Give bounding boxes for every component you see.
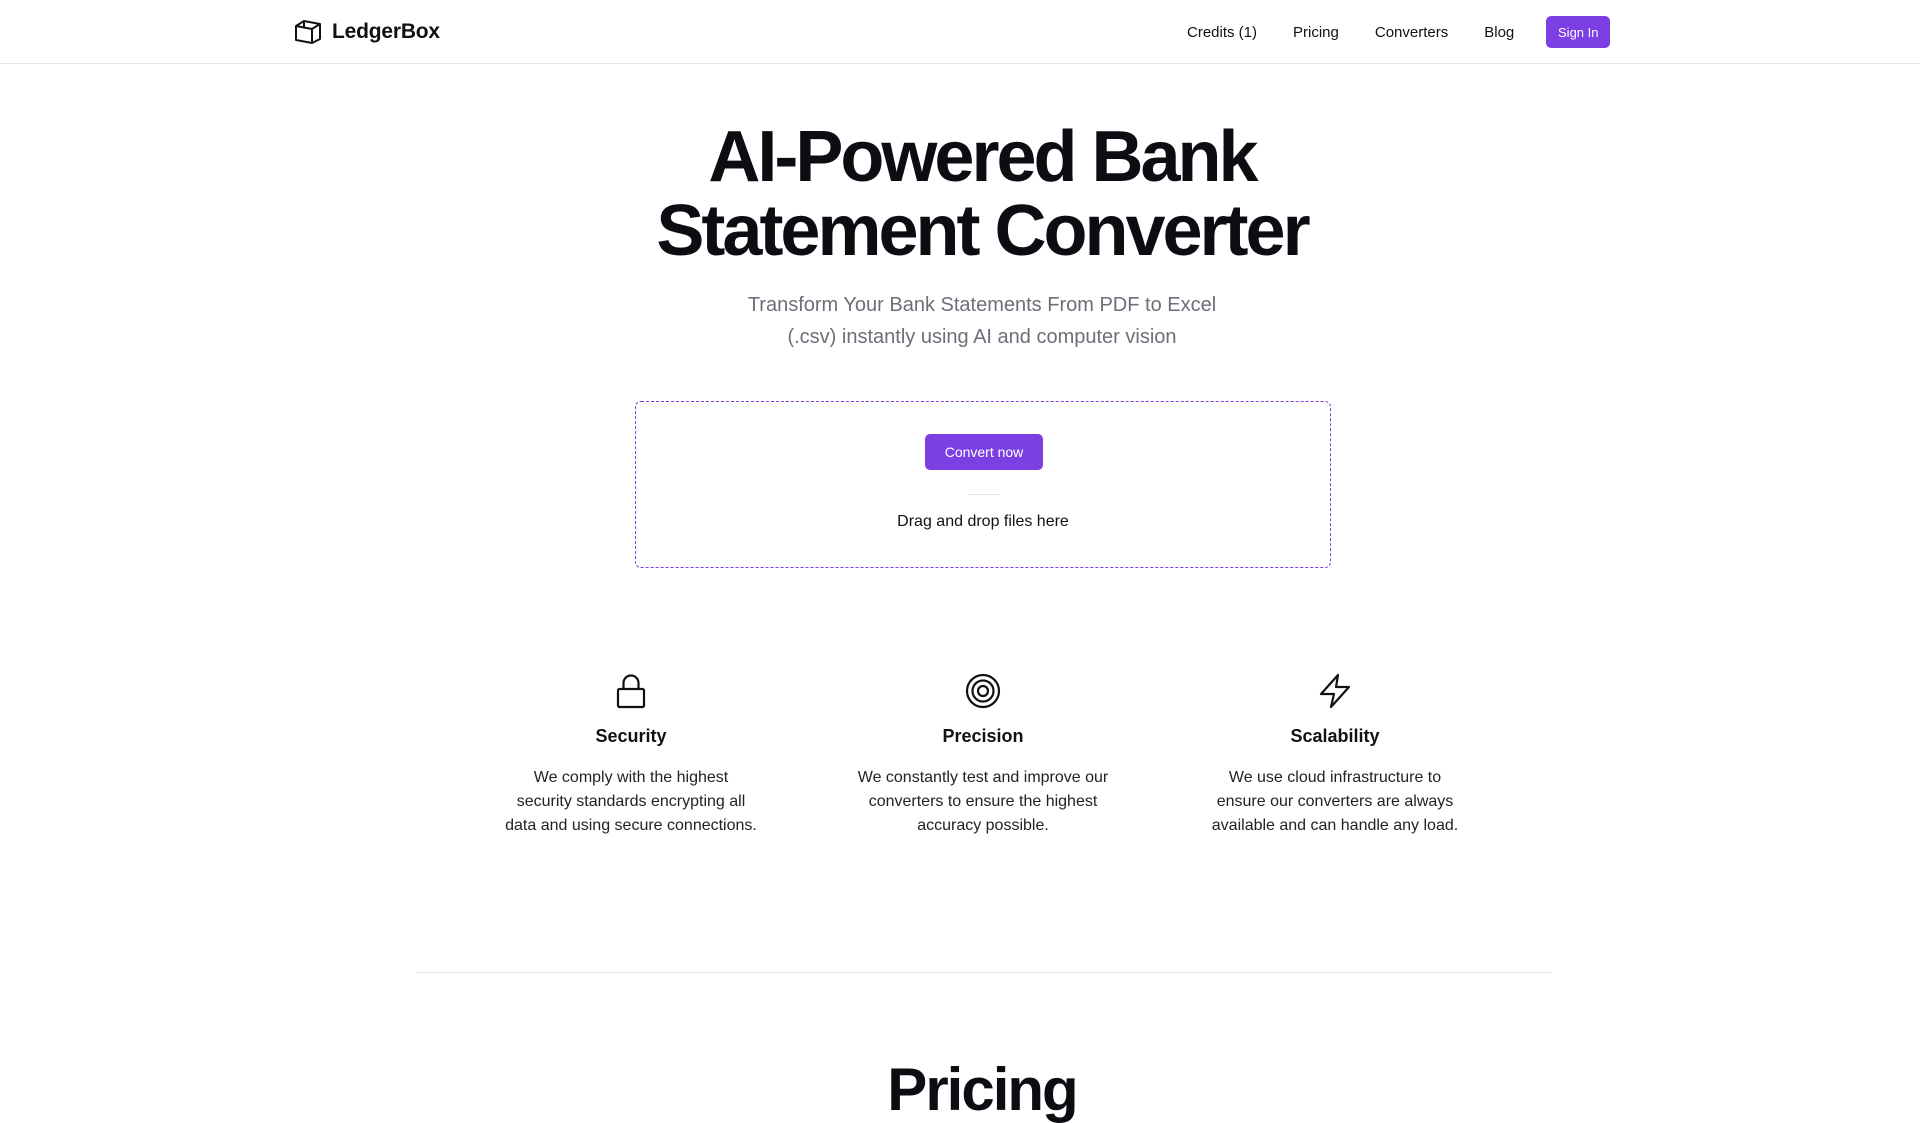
target-icon (965, 673, 1001, 709)
nav-credits[interactable]: Credits (1) (1187, 24, 1257, 41)
pricing-section-heading: Pricing (887, 1056, 1078, 1123)
hero-subtitle: Transform Your Bank Statements From PDF … (0, 289, 1920, 353)
feature-desc-line: ensure our converters are always (1216, 793, 1454, 810)
feature-desc-line: data and using secure connections. (505, 817, 757, 834)
feature-title: Scalability (1290, 726, 1380, 746)
file-dropzone[interactable]: Convert now Drag and drop files here (635, 401, 1331, 568)
dropzone-instructions: Drag and drop files here (897, 513, 1069, 530)
nav-blog[interactable]: Blog (1484, 24, 1514, 41)
hero-title-line-2: Statement Converter (656, 191, 1310, 271)
feature-description: We constantly test and improve our conve… (842, 766, 1124, 838)
feature-title: Precision (942, 726, 1024, 746)
feature-desc-line: security standards encrypting all (516, 793, 746, 810)
brand-logo[interactable]: LedgerBox (294, 19, 440, 45)
feature-desc-line: We comply with the highest (533, 769, 729, 786)
convert-now-button[interactable]: Convert now (925, 434, 1043, 470)
feature-scalability: Scalability We use cloud infrastructure … (1185, 672, 1485, 838)
hero-subtitle-line-1: Transform Your Bank Statements From PDF … (747, 294, 1217, 316)
main-nav: Credits (1) Pricing Converters Blog Sign… (1187, 16, 1611, 48)
feature-security: Security We comply with the highest secu… (481, 672, 781, 838)
lightning-icon (1319, 673, 1351, 709)
lock-icon (616, 674, 646, 709)
brand-name: LedgerBox (332, 20, 440, 43)
feature-desc-line: accuracy possible. (917, 817, 1049, 834)
dropzone-divider (968, 494, 1000, 495)
feature-desc-line: We constantly test and improve our (857, 769, 1109, 786)
feature-desc-line: We use cloud infrastructure to (1228, 769, 1442, 786)
feature-description: We use cloud infrastructure to ensure ou… (1194, 766, 1476, 838)
nav-pricing[interactable]: Pricing (1293, 24, 1339, 41)
site-header: LedgerBox Credits (1) Pricing Converters… (0, 0, 1920, 64)
feature-title: Security (595, 726, 667, 746)
feature-precision: Precision We constantly test and improve… (833, 672, 1133, 838)
hero-title: AI-Powered Bank Statement Converter (0, 120, 1920, 268)
feature-description: We comply with the highest security stan… (490, 766, 772, 838)
section-divider (416, 972, 1552, 973)
feature-desc-line: available and can handle any load. (1211, 817, 1459, 834)
sign-in-button[interactable]: Sign In (1546, 16, 1611, 48)
hero-title-line-1: AI-Powered Bank (708, 117, 1258, 197)
hero-subtitle-line-2: (.csv) instantly using AI and computer v… (787, 326, 1177, 348)
nav-converters[interactable]: Converters (1375, 24, 1448, 41)
box-logo-icon (295, 20, 321, 44)
feature-desc-line: converters to ensure the highest (868, 793, 1098, 810)
